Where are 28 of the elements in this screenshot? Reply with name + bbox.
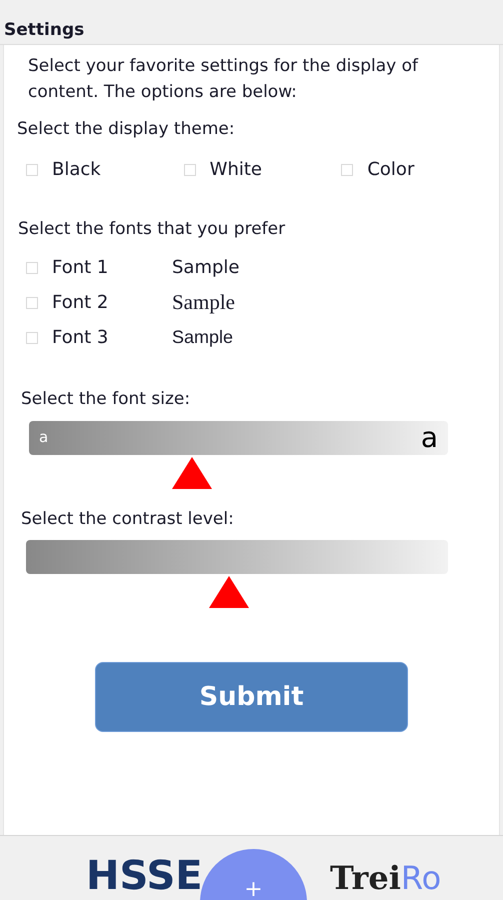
checkbox[interactable] <box>26 262 38 274</box>
option-label: Font 1 <box>52 256 110 280</box>
logo-text: Trei <box>330 862 401 894</box>
add-button[interactable]: + <box>200 849 307 900</box>
large-a-label: a <box>420 424 438 452</box>
intro-text: Select your favorite settings for the display of content. The options are below: <box>27 55 420 104</box>
font-sample: Sample <box>172 256 240 280</box>
section-label: Select the contrast level: <box>21 508 234 528</box>
font-sample: Sample <box>172 326 234 349</box>
section-label: Select the display theme: <box>17 119 235 139</box>
option-label: Font 2 <box>52 291 110 315</box>
option-label: Color <box>367 158 414 182</box>
logo-text: HSSE <box>86 856 203 896</box>
submit-button[interactable]: Submit <box>95 662 408 732</box>
option-label: White <box>210 158 262 182</box>
section-label: Select the font size: <box>21 389 190 409</box>
checkbox[interactable] <box>26 332 38 344</box>
checkbox[interactable] <box>341 164 354 176</box>
checkbox[interactable] <box>184 164 196 176</box>
checkbox[interactable] <box>26 164 38 176</box>
checkbox[interactable] <box>26 296 38 308</box>
section-label: Select the fonts that you prefer <box>18 218 286 238</box>
font-sample: Sample <box>172 288 235 316</box>
option-label: Black <box>52 158 101 182</box>
logo-text: Ro <box>400 862 442 894</box>
page-title: Settings <box>4 19 84 42</box>
small-a-label: a <box>39 427 48 448</box>
option-label: Font 3 <box>52 326 110 350</box>
